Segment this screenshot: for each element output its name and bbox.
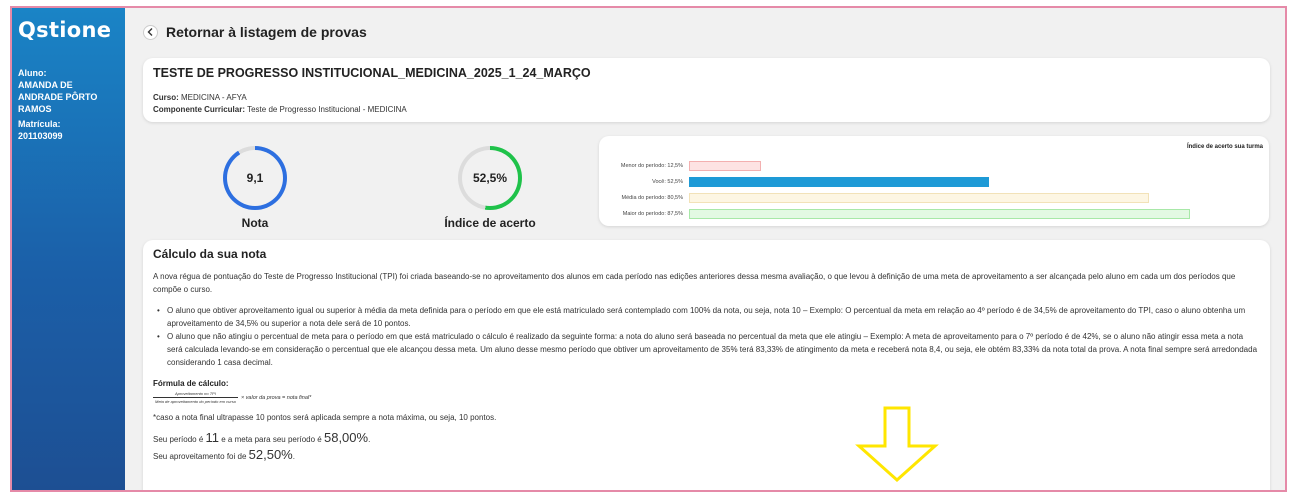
bar-label: Você: 52,5%: [652, 179, 683, 185]
bar-row: Você: 52,5%: [599, 177, 1269, 187]
chevron-left-icon[interactable]: [143, 24, 158, 40]
bar-row: Maior do período: 87,5%: [599, 209, 1269, 219]
grade-stat: 9,1 Nota: [205, 146, 305, 230]
back-link-label[interactable]: Retornar à listagem de provas: [166, 24, 367, 40]
logo: Qstione: [18, 18, 112, 42]
back-link[interactable]: Retornar à listagem de provas: [143, 24, 367, 40]
grade-label: Nota: [241, 216, 269, 230]
max-grade-note: *caso a nota final ultrapasse 10 pontos …: [153, 413, 497, 422]
bar-label: Média do período: 80,5%: [621, 195, 683, 201]
course-label: Curso:: [153, 93, 179, 102]
student-label: Aluno:: [18, 68, 47, 78]
grade-ring: 9,1: [223, 146, 287, 210]
formula-rest: × valor da prova = nota final*: [240, 394, 312, 401]
registration-value: 201103099: [18, 131, 63, 141]
performance-suffix: .: [292, 452, 295, 461]
formula-fraction: Aproveitamento no TPI Meta de aproveitam…: [153, 391, 238, 404]
accuracy-chart: Índice de acerto sua turma Menor do perí…: [599, 136, 1269, 226]
rules-list: O aluno que obtiver aproveitamento igual…: [153, 304, 1260, 369]
period-value: 11: [205, 430, 220, 445]
accuracy-label: Índice de acerto: [444, 216, 536, 230]
period-goal-line: Seu período é 11 e a meta para seu perío…: [153, 430, 1260, 447]
period-prefix: Seu período é: [153, 435, 204, 444]
performance-prefix: Seu aproveitamento foi de: [153, 452, 247, 461]
calculation-intro: A nova régua de pontuação do Teste de Pr…: [153, 272, 1236, 294]
exam-info-card: TESTE DE PROGRESSO INSTITUCIONAL_MEDICIN…: [143, 58, 1270, 122]
performance-value: 52,50%: [248, 447, 293, 462]
arrow-down-outline-icon: [855, 406, 939, 482]
bar-row: Média do período: 80,5%: [599, 193, 1269, 203]
chart-title: Índice de acerto sua turma: [1186, 144, 1263, 150]
accuracy-value: 52,5%: [462, 150, 518, 206]
bar: [689, 161, 761, 171]
sidebar: Qstione Aluno: AMANDA DE ANDRADE PÔRTO R…: [12, 8, 125, 490]
accuracy-stat: 52,5% Índice de acerto: [425, 146, 555, 230]
component-label: Componente Curricular:: [153, 105, 246, 114]
goal-suffix: .: [368, 435, 371, 444]
formula-denominator: Meta de aproveitamento do período em cur…: [153, 397, 238, 404]
bar: [689, 209, 1190, 219]
component-value: Teste de Progresso Institucional - MEDIC…: [247, 105, 407, 114]
accuracy-ring: 52,5%: [458, 146, 522, 210]
rule-item: O aluno que obtiver aproveitamento igual…: [153, 304, 1260, 330]
bar-label: Maior do período: 87,5%: [622, 211, 683, 217]
formula-label: Fórmula de cálculo:: [153, 379, 229, 388]
bar-label: Menor do período: 12,5%: [620, 163, 683, 169]
bar-row: Menor do período: 12,5%: [599, 161, 1269, 171]
bar: [689, 177, 990, 187]
main-content: Retornar à listagem de provas TESTE DE P…: [125, 8, 1285, 490]
goal-prefix: e a meta para seu período é: [221, 435, 322, 444]
app-frame: Qstione Aluno: AMANDA DE ANDRADE PÔRTO R…: [10, 6, 1287, 492]
calculation-card: Cálculo da sua nota A nova régua de pont…: [143, 240, 1270, 490]
student-name: AMANDA DE ANDRADE PÔRTO RAMOS: [18, 80, 98, 114]
performance-line: Seu aproveitamento foi de 52,50%.: [153, 447, 1260, 464]
formula: Aproveitamento no TPI Meta de aproveitam…: [153, 391, 1260, 404]
exam-title: TESTE DE PROGRESSO INSTITUCIONAL_MEDICIN…: [153, 66, 591, 80]
component-line: Componente Curricular: Teste de Progress…: [153, 104, 1260, 116]
registration-label: Matrícula:: [18, 119, 61, 129]
grade-value: 9,1: [227, 150, 283, 206]
bar: [689, 193, 1150, 203]
rule-item: O aluno que não atingiu o percentual de …: [153, 330, 1260, 369]
goal-value: 58,00%: [323, 430, 369, 445]
calculation-title: Cálculo da sua nota: [153, 247, 267, 261]
course-value: MEDICINA - AFYA: [181, 93, 247, 102]
course-line: Curso: MEDICINA - AFYA: [153, 92, 1260, 104]
